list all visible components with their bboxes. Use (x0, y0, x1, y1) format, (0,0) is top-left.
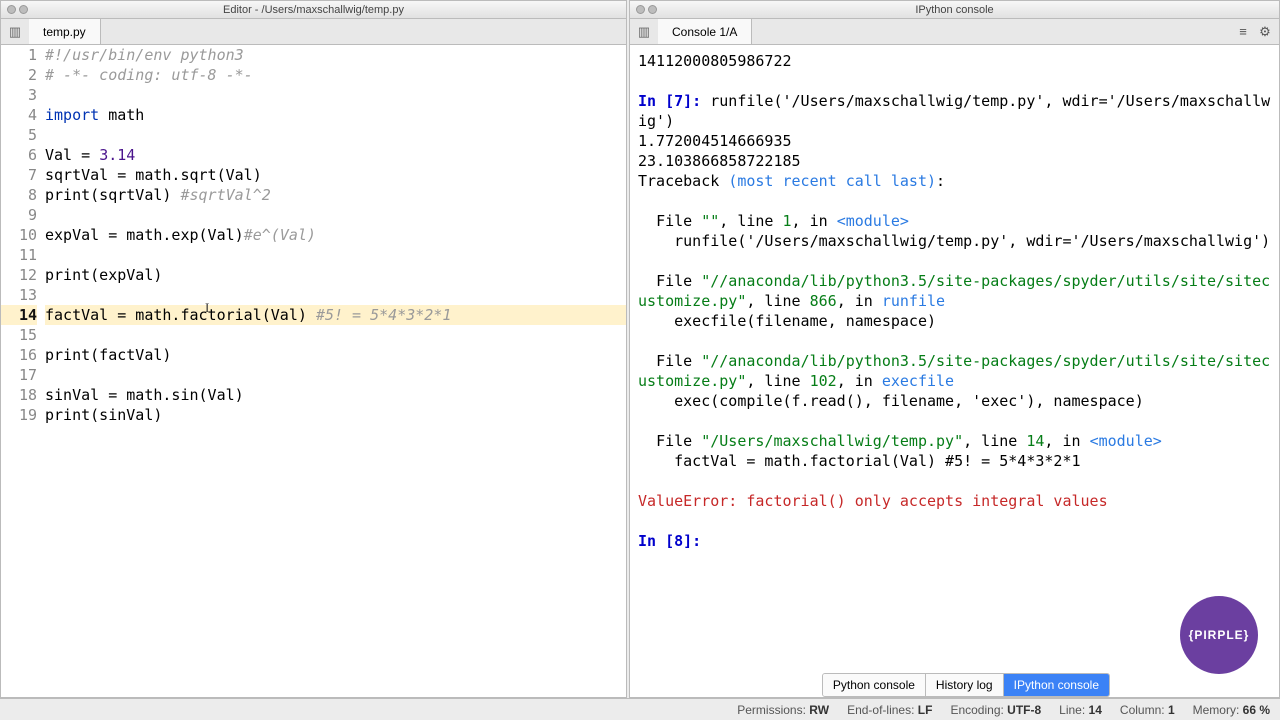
bottom-tab-python-console[interactable]: Python console (823, 674, 926, 696)
code-area[interactable]: 12345678910111213141516171819 #!/usr/bin… (1, 45, 626, 697)
status-bar: Permissions: RW End-of-lines: LF Encodin… (0, 698, 1280, 720)
kernel-icon[interactable]: ▥ (630, 19, 658, 44)
editor-tabbar: ▥ temp.py (1, 19, 626, 45)
editor-pane: Editor - /Users/maxschallwig/temp.py ▥ t… (0, 0, 627, 698)
window-min-icon[interactable] (648, 5, 657, 14)
bottom-tab-history-log[interactable]: History log (926, 674, 1004, 696)
console-tab[interactable]: Console 1/A (658, 19, 752, 44)
file-icon[interactable]: ▥ (1, 19, 29, 44)
window-close-icon[interactable] (7, 5, 16, 14)
gear-icon[interactable]: ⚙ (1255, 22, 1275, 42)
line-gutter: 12345678910111213141516171819 (1, 45, 43, 697)
status-line: Line: 14 (1059, 703, 1102, 717)
bottom-tab-ipython-console[interactable]: IPython console (1004, 674, 1109, 696)
status-column: Column: 1 (1120, 703, 1175, 717)
options-icon[interactable]: ≡ (1233, 22, 1253, 42)
console-tabbar: ▥ Console 1/A ≡ ⚙ (630, 19, 1279, 45)
editor-title: Editor - /Users/maxschallwig/temp.py (1, 4, 626, 16)
window-close-icon[interactable] (636, 5, 645, 14)
status-memory: Memory: 66 % (1193, 703, 1270, 717)
console-pane: IPython console ▥ Console 1/A ≡ ⚙ 141120… (629, 0, 1280, 698)
status-encoding: Encoding: UTF-8 (950, 703, 1041, 717)
pirple-badge: {PIRPLE} (1180, 596, 1258, 674)
status-permissions: Permissions: RW (737, 703, 829, 717)
status-eol: End-of-lines: LF (847, 703, 932, 717)
editor-titlebar: Editor - /Users/maxschallwig/temp.py (1, 1, 626, 19)
console-output[interactable]: 14112000805986722 In [7]: runfile('/User… (630, 45, 1279, 697)
editor-tab[interactable]: temp.py (29, 19, 101, 44)
bottom-tabs: Python consoleHistory logIPython console (822, 673, 1110, 697)
console-titlebar: IPython console (630, 1, 1279, 19)
window-min-icon[interactable] (19, 5, 28, 14)
console-title: IPython console (630, 4, 1279, 16)
code-body[interactable]: #!/usr/bin/env python3# -*- coding: utf-… (43, 45, 626, 697)
